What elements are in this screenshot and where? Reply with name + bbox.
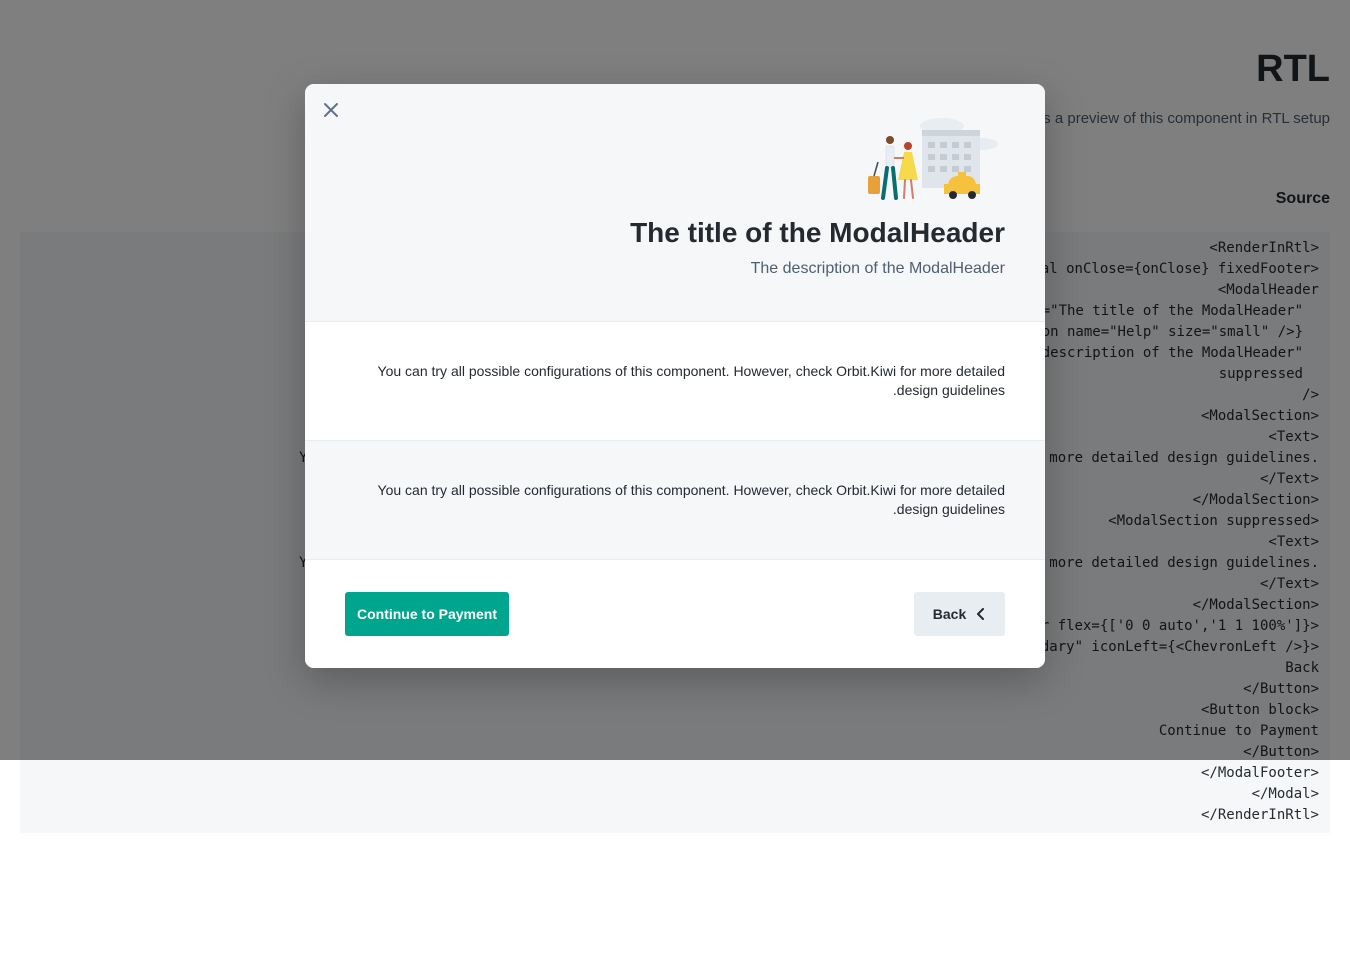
section-text: You can try all possible configurations … xyxy=(377,482,1005,517)
close-button[interactable] xyxy=(317,96,345,124)
modal-header: The title of the ModalHeader The descrip… xyxy=(305,84,1045,322)
continue-button-label: Continue to Payment xyxy=(356,606,497,622)
close-icon xyxy=(324,103,338,117)
travel-illustration xyxy=(868,118,998,200)
modal-footer: Continue to Payment Back xyxy=(305,560,1045,668)
modal-section: You can try all possible configurations … xyxy=(305,322,1045,441)
back-button[interactable]: Back xyxy=(914,592,1005,636)
code-line: </Modal> xyxy=(1251,786,1319,802)
modal: The title of the ModalHeader The descrip… xyxy=(305,84,1045,668)
section-text: You can try all possible configurations … xyxy=(377,363,1005,398)
modal-title: The title of the ModalHeader xyxy=(630,217,1005,248)
chevron-left-icon xyxy=(977,608,985,620)
back-button-label: Back xyxy=(932,606,967,622)
code-line: </ModalFooter> xyxy=(1200,765,1319,781)
code-line: </RenderInRtl> xyxy=(1200,807,1319,823)
modal-description: The description of the ModalHeader xyxy=(750,260,1005,277)
continue-to-payment-button[interactable]: Continue to Payment xyxy=(345,592,509,636)
modal-section-suppressed: You can try all possible configurations … xyxy=(305,441,1045,560)
